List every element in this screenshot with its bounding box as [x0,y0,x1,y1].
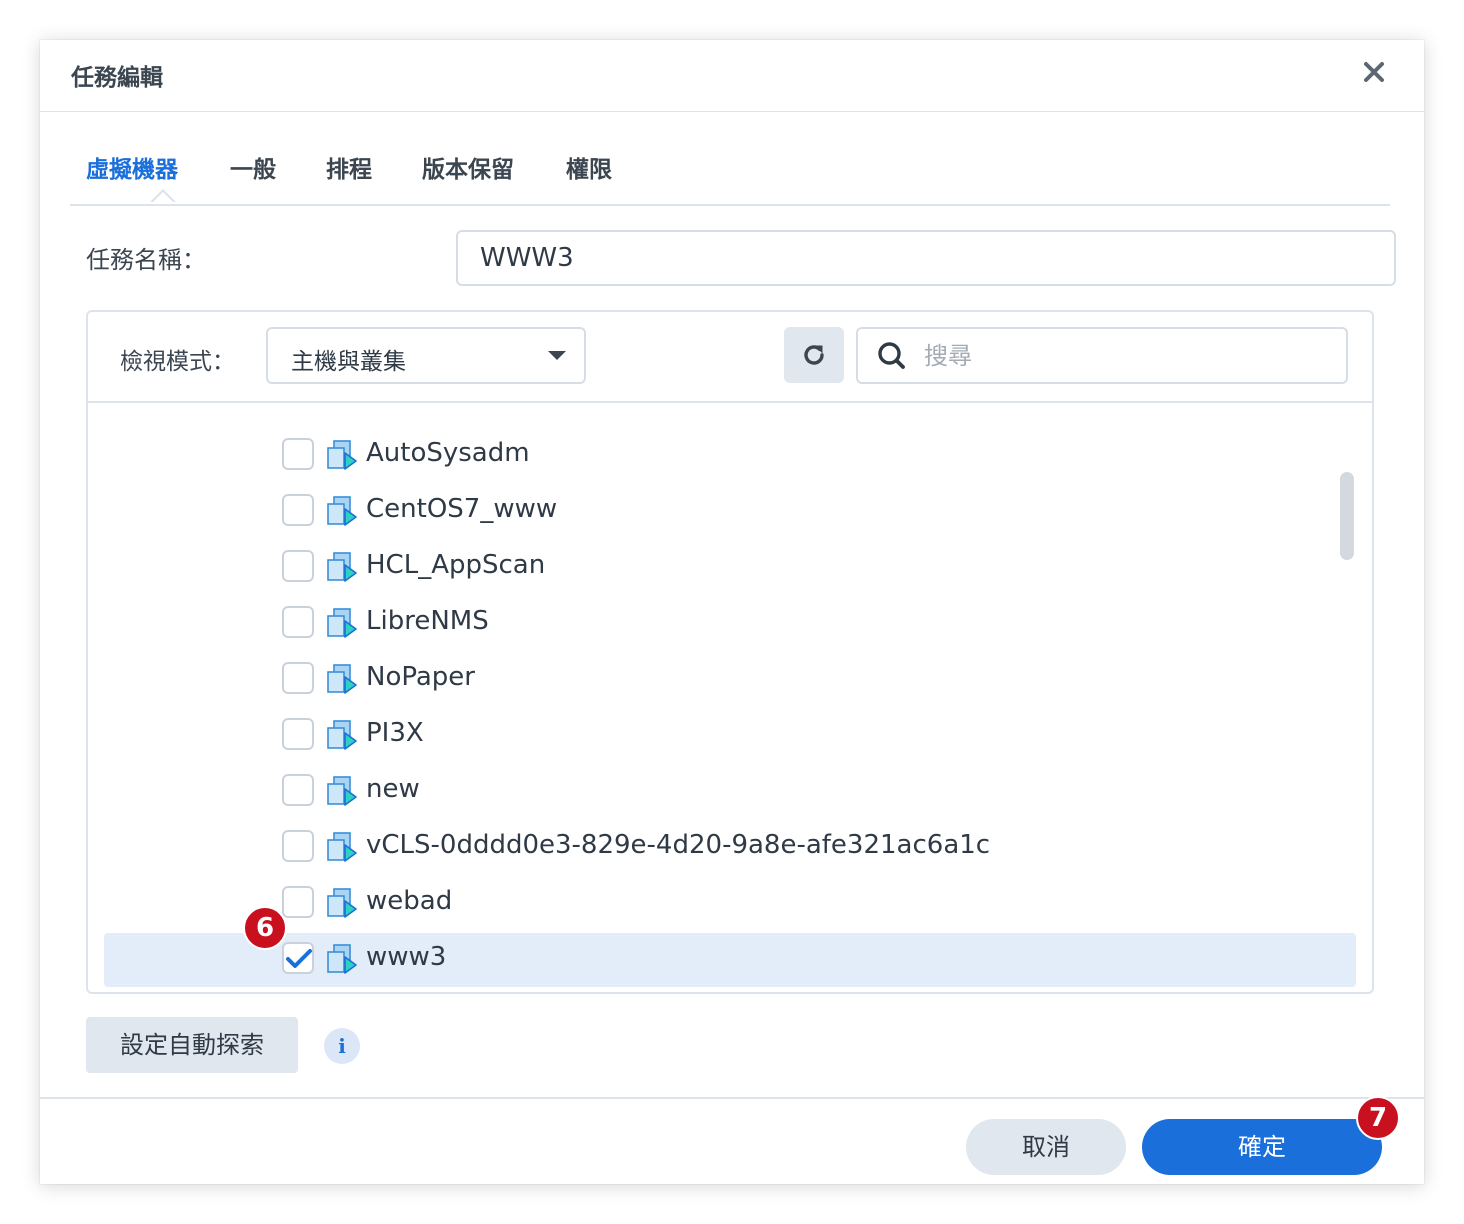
search-icon [878,342,905,369]
step-7-badge: 7 [1356,1096,1400,1140]
vm-name: HCL_AppScan [366,550,546,580]
tab-schedule[interactable]: 排程 [326,150,372,184]
dialog-footer: 取消 確定 [40,1097,1424,1186]
vm-selection-panel: 檢視模式： 主機與叢集 AutoSysadm CentOS7_www HCL_App… [86,310,1374,994]
vm-icon [326,775,358,811]
vm-row[interactable]: webad [104,877,1356,931]
vm-checkbox[interactable] [282,718,314,750]
auto-discover-button[interactable]: 設定自動探索 [86,1017,298,1073]
vm-icon [326,607,358,643]
vm-icon [326,831,358,867]
vm-row[interactable]: LibreNMS [104,597,1356,651]
list-scrollbar[interactable] [1340,472,1354,560]
vm-icon [326,663,358,699]
vm-checkbox[interactable] [282,606,314,638]
view-mode-value: 主機與叢集 [291,349,406,375]
refresh-button[interactable] [784,327,844,383]
vm-name: AutoSysadm [366,438,530,468]
vm-row[interactable]: CentOS7_www [104,485,1356,539]
vm-row[interactable]: PI3X [104,709,1356,763]
ok-button[interactable]: 確定 [1142,1119,1382,1175]
close-icon[interactable] [1358,56,1390,88]
vm-name: webad [366,886,453,916]
vm-row[interactable]: NoPaper [104,653,1356,707]
vm-name: new [366,774,420,804]
vm-checkbox[interactable] [282,494,314,526]
vm-icon [326,551,358,587]
info-icon[interactable]: i [324,1028,360,1064]
vm-icon [326,943,358,979]
vm-icon [326,495,358,531]
vm-icon [326,887,358,923]
active-tab-indicator [150,189,176,203]
vm-row[interactable]: new [104,765,1356,819]
vm-row[interactable]: vCLS-0dddd0e3-829e-4d20-9a8e-afe321ac6a1… [104,821,1356,875]
refresh-icon [804,345,824,365]
search-input[interactable] [922,337,1326,375]
vm-list: AutoSysadm CentOS7_www HCL_AppScan LibreNMS… [88,403,1372,992]
vm-checkbox[interactable] [282,550,314,582]
vm-row[interactable]: HCL_AppScan [104,541,1356,595]
vm-icon [326,439,358,475]
dialog-title: 任務編輯 [71,65,163,91]
vm-checkbox[interactable] [282,942,314,974]
cancel-button[interactable]: 取消 [966,1119,1126,1175]
vm-name: vCLS-0dddd0e3-829e-4d20-9a8e-afe321ac6a1… [366,830,991,860]
vm-row[interactable]: www3 [104,933,1356,987]
tab-bar: 虛擬機器 一般 排程 版本保留 權限 [70,136,1390,206]
view-mode-select[interactable]: 主機與叢集 [266,327,586,384]
vm-name: NoPaper [366,662,475,692]
vm-checkbox[interactable] [282,662,314,694]
chevron-down-icon [548,351,566,360]
tab-permissions[interactable]: 權限 [566,150,612,184]
panel-toolbar: 檢視模式： 主機與叢集 [88,312,1372,403]
vm-checkbox[interactable] [282,438,314,470]
vm-checkbox[interactable] [282,774,314,806]
vm-checkbox[interactable] [282,830,314,862]
tab-general[interactable]: 一般 [230,150,276,184]
vm-row[interactable]: AutoSysadm [104,429,1356,483]
search-box [856,327,1348,384]
task-name-input[interactable] [456,230,1396,286]
tab-virtual-machines[interactable]: 虛擬機器 [86,150,178,184]
vm-icon [326,719,358,755]
step-6-badge: 6 [243,906,287,950]
vm-name: CentOS7_www [366,494,558,524]
tab-retention[interactable]: 版本保留 [422,150,514,184]
vm-name: PI3X [366,718,424,748]
view-mode-label: 檢視模式： [120,349,235,375]
vm-checkbox[interactable] [282,886,314,918]
task-edit-dialog: 任務編輯 虛擬機器 一般 排程 版本保留 權限 任務名稱： 檢視模式： 主機與叢… [40,40,1424,1184]
dialog-title-bar: 任務編輯 [40,40,1424,112]
vm-name: LibreNMS [366,606,489,636]
task-name-label: 任務名稱： [86,246,206,274]
vm-name: www3 [366,942,447,972]
